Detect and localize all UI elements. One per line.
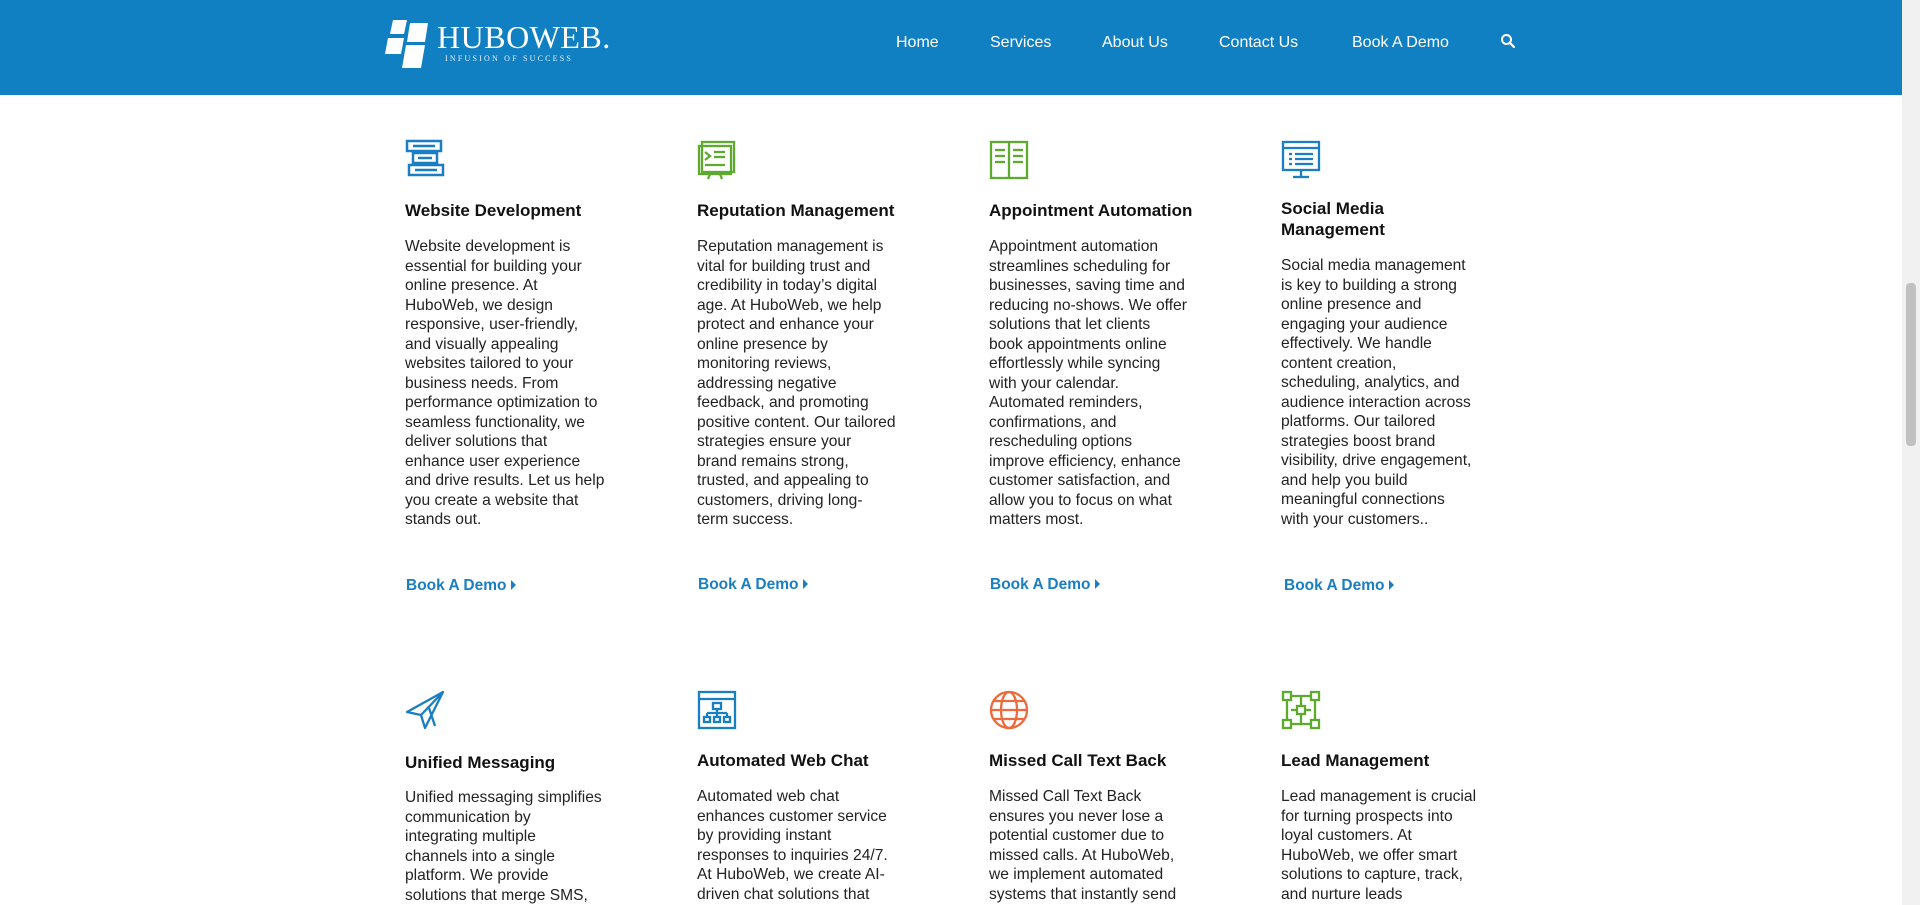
- card-title: Lead Management: [1281, 751, 1430, 770]
- caret-right-icon: [1389, 580, 1395, 590]
- appointment-automation-icon: [989, 140, 1029, 185]
- card-description: Unified messaging simplifies communicatio…: [405, 789, 602, 904]
- book-a-demo-link[interactable]: Book A Demo: [698, 576, 809, 594]
- nav-book-a-demo[interactable]: Book A Demo: [1352, 33, 1449, 53]
- site-header: HUBOWEB. INFUSION OF SUCCESS Home Servic…: [0, 0, 1902, 95]
- card-title: Website Development: [405, 201, 582, 220]
- nav-contact-us[interactable]: Contact Us: [1219, 33, 1298, 53]
- website-development-icon: [405, 139, 445, 182]
- card-title: Missed Call Text Back: [989, 751, 1167, 770]
- card-description: Automated web chat enhances customer serv…: [697, 788, 888, 903]
- paper-plane-icon: [405, 690, 445, 735]
- card-description: Appointment automation streamlines schedu…: [989, 238, 1187, 528]
- card-description: Reputation management is vital for buildi…: [697, 238, 896, 528]
- caret-right-icon: [511, 580, 517, 590]
- globe-icon: [989, 690, 1029, 735]
- social-media-management-icon: [1281, 140, 1321, 185]
- book-a-demo-link[interactable]: Book A Demo: [1284, 577, 1395, 595]
- book-a-demo-link[interactable]: Book A Demo: [406, 577, 517, 595]
- caret-right-icon: [1095, 579, 1101, 589]
- card-title: Social Media Management: [1281, 199, 1385, 239]
- card-description: Missed Call Text Back ensures you never l…: [989, 788, 1177, 903]
- card-title: Automated Web Chat: [697, 751, 869, 770]
- card-description: Website development is essential for buil…: [405, 238, 605, 528]
- book-a-demo-link[interactable]: Book A Demo: [990, 576, 1101, 594]
- card-description: Social media management is key to buildin…: [1281, 257, 1472, 528]
- caret-right-icon: [803, 579, 809, 589]
- reputation-management-icon: [697, 140, 737, 185]
- logo-tagline: INFUSION OF SUCCESS: [445, 54, 574, 63]
- sitemap-icon: [697, 690, 737, 735]
- card-title: Reputation Management: [697, 201, 895, 220]
- nav-home[interactable]: Home: [896, 33, 939, 53]
- page-scrollbar[interactable]: [1902, 0, 1920, 905]
- search-icon[interactable]: [1500, 33, 1518, 51]
- scrollbar-thumb[interactable]: [1906, 283, 1916, 446]
- card-title: Unified Messaging: [405, 753, 556, 772]
- network-nodes-icon: [1281, 690, 1321, 735]
- nav-about-us[interactable]: About Us: [1102, 33, 1168, 53]
- main-nav: Home Services About Us Contact Us Book A…: [0, 33, 1902, 53]
- card-title: Appointment Automation: [989, 201, 1193, 220]
- nav-services[interactable]: Services: [990, 33, 1051, 53]
- card-description: Lead management is crucial for turning pr…: [1281, 788, 1477, 903]
